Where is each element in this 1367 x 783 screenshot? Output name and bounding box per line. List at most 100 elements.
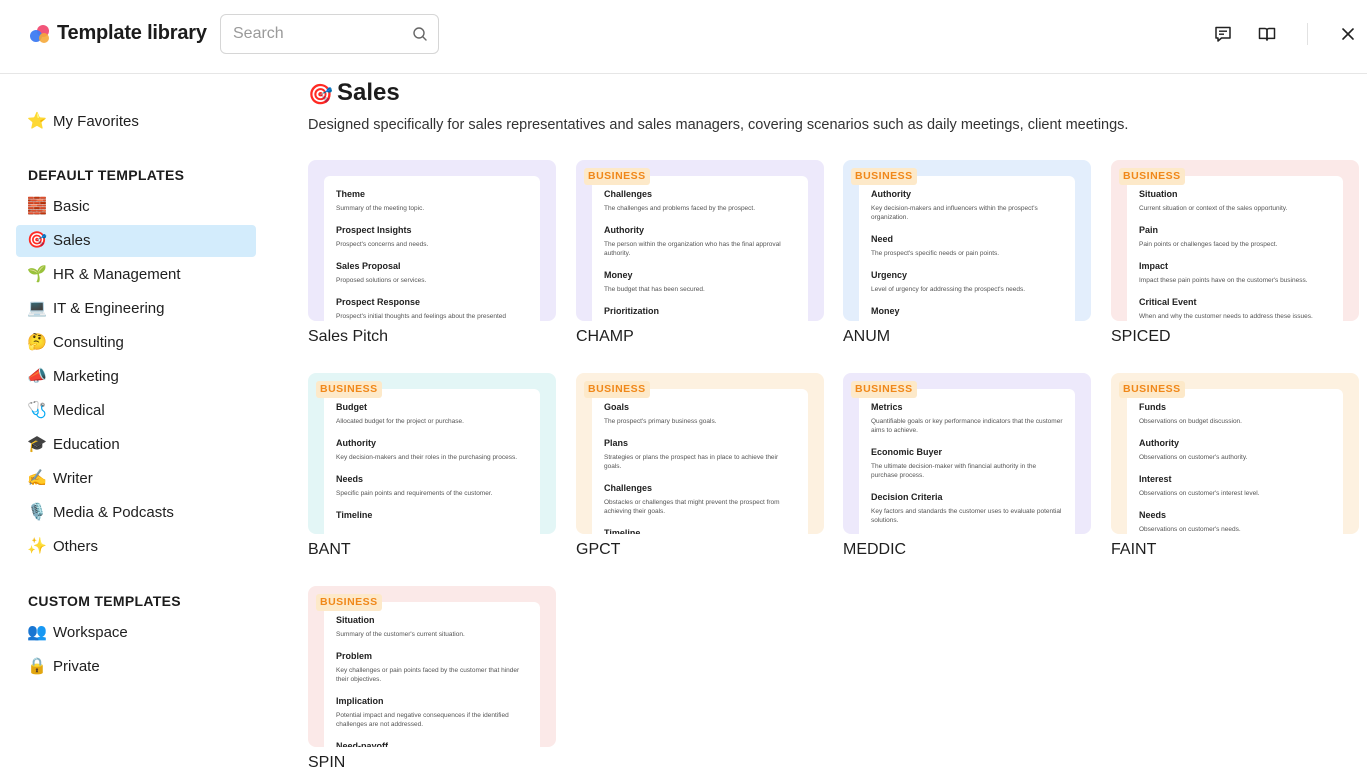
sidebar-item-it-and-engineering[interactable]: 💻 IT & Engineering	[16, 293, 256, 325]
sidebar-item-label: Marketing	[53, 368, 119, 385]
template-preview[interactable]: BUSINESS Budget Allocated budget for the p…	[308, 373, 556, 534]
template-section: Critical Event When and why the customer …	[1139, 297, 1331, 321]
section-description: Prospect's concerns and needs.	[336, 241, 429, 248]
template-section: Need The prospect's specific needs or pai…	[871, 234, 1063, 258]
template-preview[interactable]: BUSINESS Challenges The challenges and pro…	[576, 160, 824, 321]
section-title: Plans	[604, 438, 629, 448]
section-description: Observations on customer's interest leve…	[1139, 490, 1260, 497]
template-name[interactable]: Sales Pitch	[308, 328, 388, 346]
template-card-anum[interactable]: BUSINESS Authority Key decision-makers and…	[843, 160, 1091, 350]
template-card-sales-pitch[interactable]: Theme Summary of the meeting topic. Prospe…	[308, 160, 556, 350]
sidebar-item-label: Sales	[53, 232, 91, 249]
graduation-cap-icon: 🎓	[27, 436, 47, 453]
template-preview[interactable]: BUSINESS Situation Summary of the customer…	[308, 586, 556, 747]
app-title: Template library	[57, 22, 207, 44]
megaphone-icon: 📣	[27, 368, 47, 385]
template-name[interactable]: SPIN	[308, 754, 345, 772]
template-card-spiced[interactable]: BUSINESS Situation Current situation or co…	[1111, 160, 1359, 350]
section-title: Authority	[604, 225, 644, 235]
template-section: Situation Summary of the customer's curre…	[336, 615, 528, 639]
template-card-spin[interactable]: BUSINESS Situation Summary of the customer…	[308, 586, 556, 776]
template-card-champ[interactable]: BUSINESS Challenges The challenges and pro…	[576, 160, 824, 350]
template-document: Budget Allocated budget for the project o…	[324, 389, 540, 534]
sidebar-item-others[interactable]: ✨ Others	[16, 531, 256, 563]
section-description: Quantifiable goals or key performance in…	[871, 418, 1063, 434]
sidebar-item-basic[interactable]: 🧱 Basic	[16, 191, 256, 223]
section-description: Observations on customer's authority.	[1139, 454, 1248, 461]
section-description: Proposed solutions or services.	[336, 277, 427, 284]
stethoscope-icon: 🩺	[27, 402, 47, 419]
sidebar-item-my-favorites[interactable]: ⭐ My Favorites	[16, 106, 256, 138]
section-title: Challenges	[604, 483, 653, 493]
sidebar-item-label: Media & Podcasts	[53, 504, 174, 521]
sidebar-item-marketing[interactable]: 📣 Marketing	[16, 361, 256, 393]
feedback-icon[interactable]	[1213, 24, 1233, 44]
template-card-gpct[interactable]: BUSINESS Goals The prospect's primary busi…	[576, 373, 824, 563]
section-title: Challenges	[604, 189, 653, 199]
laptop-icon: 💻	[27, 300, 47, 317]
sidebar-item-education[interactable]: 🎓 Education	[16, 429, 256, 461]
search-icon[interactable]	[412, 26, 428, 42]
template-preview[interactable]: BUSINESS Funds Observations on budget disc…	[1111, 373, 1359, 534]
template-preview[interactable]: BUSINESS Metrics Quantifiable goals or key…	[843, 373, 1091, 534]
section-title: Decision Criteria	[871, 492, 943, 502]
sidebar-item-consulting[interactable]: 🤔 Consulting	[16, 327, 256, 359]
sidebar: ⭐ My Favorites DEFAULT TEMPLATES CUSTOM …	[0, 74, 272, 783]
template-document: Metrics Quantifiable goals or key perform…	[859, 389, 1075, 534]
search-box[interactable]	[220, 14, 439, 54]
template-section: Challenges The challenges and problems fa…	[604, 189, 796, 213]
template-section: Authority Observations on customer's auth…	[1139, 438, 1331, 462]
section-description: The budget that has been secured.	[604, 286, 705, 293]
sidebar-item-sales[interactable]: 🎯 Sales	[16, 225, 256, 257]
template-preview[interactable]: BUSINESS Goals The prospect's primary busi…	[576, 373, 824, 534]
search-input[interactable]	[233, 15, 403, 53]
sidebar-item-hr-and-management[interactable]: 🌱 HR & Management	[16, 259, 256, 291]
template-card-meddic[interactable]: BUSINESS Metrics Quantifiable goals or key…	[843, 373, 1091, 563]
template-name[interactable]: BANT	[308, 541, 351, 559]
business-badge: BUSINESS	[1119, 381, 1185, 398]
sidebar-item-label: IT & Engineering	[53, 300, 165, 317]
section-title: Needs	[1139, 510, 1167, 520]
template-card-faint[interactable]: BUSINESS Funds Observations on budget disc…	[1111, 373, 1359, 563]
section-description: Prospect's initial thoughts and feelings…	[336, 313, 506, 320]
sidebar-item-label: My Favorites	[53, 113, 139, 130]
section-description: Allocated budget for the project or purc…	[336, 418, 464, 425]
section-title: Interest	[1139, 474, 1172, 484]
template-name[interactable]: CHAMP	[576, 328, 634, 346]
section-title: Situation	[1139, 189, 1178, 199]
bricks-icon: 🧱	[27, 198, 47, 215]
book-icon[interactable]	[1257, 24, 1277, 44]
sidebar-item-label: Basic	[53, 198, 90, 215]
sidebar-item-workspace[interactable]: 👥 Workspace	[16, 617, 256, 649]
sidebar-item-media-and-podcasts[interactable]: 🎙️ Media & Podcasts	[16, 497, 256, 529]
template-section: Pain Pain points or challenges faced by t…	[1139, 225, 1331, 249]
people-icon: 👥	[27, 624, 47, 641]
template-section: Goals The prospect's primary business goa…	[604, 402, 796, 426]
template-section: Timeline	[604, 528, 796, 534]
section-description: Key factors and standards the customer u…	[871, 508, 1062, 524]
template-section: Implication Potential impact and negative…	[336, 696, 528, 729]
sidebar-item-medical[interactable]: 🩺 Medical	[16, 395, 256, 427]
template-preview[interactable]: BUSINESS Authority Key decision-makers and…	[843, 160, 1091, 321]
custom-templates-heading: CUSTOM TEMPLATES	[28, 593, 181, 609]
close-icon[interactable]	[1338, 24, 1358, 44]
sidebar-item-private[interactable]: 🔒 Private	[16, 651, 256, 683]
template-name[interactable]: ANUM	[843, 328, 890, 346]
template-preview[interactable]: BUSINESS Situation Current situation or co…	[1111, 160, 1359, 321]
target-icon: 🎯	[27, 232, 47, 249]
template-name[interactable]: GPCT	[576, 541, 620, 559]
template-name[interactable]: FAINT	[1111, 541, 1156, 559]
section-title: Authority	[1139, 438, 1179, 448]
template-section: Plans Strategies or plans the prospect ha…	[604, 438, 796, 471]
template-section: Funds Observations on budget discussion.	[1139, 402, 1331, 426]
template-preview[interactable]: Theme Summary of the meeting topic. Prospe…	[308, 160, 556, 321]
template-section: Prospect Insights Prospect's concerns and…	[336, 225, 528, 249]
template-name[interactable]: SPICED	[1111, 328, 1171, 346]
section-description: Key decision-makers and influencers with…	[871, 205, 1038, 221]
sidebar-item-writer[interactable]: ✍️ Writer	[16, 463, 256, 495]
template-section: Urgency Level of urgency for addressing t…	[871, 270, 1063, 294]
template-name[interactable]: MEDDIC	[843, 541, 906, 559]
template-section: Authority Key decision-makers and influen…	[871, 189, 1063, 222]
template-section: Prospect Response Prospect's initial thou…	[336, 297, 528, 321]
template-card-bant[interactable]: BUSINESS Budget Allocated budget for the p…	[308, 373, 556, 563]
